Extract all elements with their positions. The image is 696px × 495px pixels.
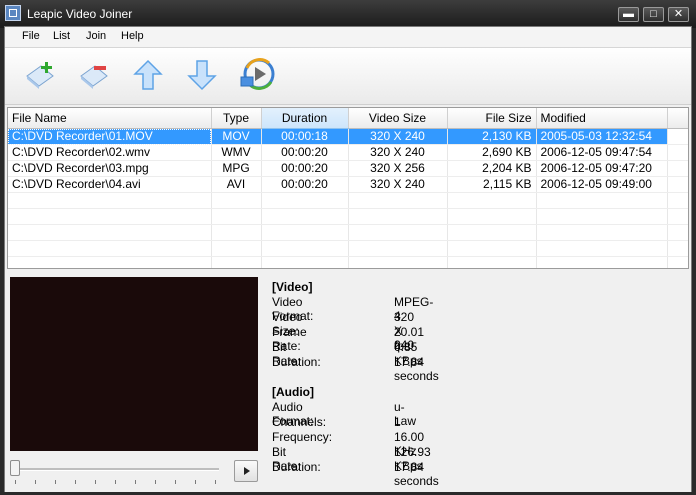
table-row[interactable]: C:\DVD Recorder\03.mpg MPG 00:00:20 320 …	[8, 160, 688, 177]
table-row[interactable]: C:\DVD Recorder\02.wmv WMV 00:00:20 320 …	[8, 144, 688, 161]
join-button[interactable]	[239, 58, 275, 92]
column-header-file-size[interactable]: File Size	[447, 108, 537, 129]
empty-row	[8, 256, 688, 268]
menu-help[interactable]: Help	[121, 30, 144, 42]
cell-type: MPG	[211, 160, 262, 177]
cell-duration: 00:00:20	[261, 176, 349, 193]
cell-duration: 00:00:18	[261, 128, 349, 145]
menu-join[interactable]: Join	[86, 30, 106, 42]
app-window: Leapic Video Joiner ▬ □ ✕ File List Join…	[0, 0, 696, 495]
seek-slider-thumb[interactable]	[10, 460, 20, 476]
table-row[interactable]: C:\DVD Recorder\04.avi AVI 00:00:20 320 …	[8, 176, 688, 193]
column-header-video-size[interactable]: Video Size	[348, 108, 448, 129]
join-video-icon	[240, 58, 275, 90]
column-header-type[interactable]: Type	[211, 108, 262, 129]
cell-video-size: 320 X 240	[348, 144, 448, 161]
cell-duration: 00:00:20	[261, 144, 349, 161]
cell-duration: 00:00:20	[261, 160, 349, 177]
add-file-button[interactable]	[23, 58, 57, 92]
seek-slider-track[interactable]	[13, 468, 219, 471]
video-section-header: [Video]	[272, 280, 313, 294]
column-header-file-name[interactable]: File Name	[8, 108, 212, 129]
client-area: File List Join Help File Name Type Durat…	[4, 26, 692, 492]
title-bar[interactable]: Leapic Video Joiner ▬ □ ✕	[0, 0, 696, 28]
cell-type: AVI	[211, 176, 262, 193]
minimize-button[interactable]: ▬	[618, 7, 639, 22]
seek-slider-ticks	[15, 480, 221, 484]
preview-panel: [Video] Video Format: MPEG-4 Video Size: 3…	[5, 271, 691, 492]
app-icon	[5, 5, 21, 21]
column-header-duration[interactable]: Duration	[261, 108, 349, 129]
column-header-modified[interactable]: Modified	[536, 108, 668, 129]
cell-file-size: 2,115 KB	[447, 176, 537, 193]
empty-row	[8, 208, 688, 225]
cell-modified: 2006-12-05 09:49:00	[536, 176, 668, 193]
cell-file-size: 2,204 KB	[447, 160, 537, 177]
empty-row	[8, 192, 688, 209]
cell-file-name: C:\DVD Recorder\03.mpg	[8, 160, 212, 177]
cell-file-size: 2,130 KB	[447, 128, 537, 145]
table-row[interactable]: C:\DVD Recorder\01.MOV MOV 00:00:18 320 …	[8, 128, 688, 145]
window-title: Leapic Video Joiner	[27, 7, 133, 21]
cell-file-name: C:\DVD Recorder\01.MOV	[8, 128, 212, 145]
cell-file-size: 2,690 KB	[447, 144, 537, 161]
move-up-icon	[133, 59, 163, 90]
cell-type: WMV	[211, 144, 262, 161]
menu-file[interactable]: File	[22, 30, 40, 42]
cell-modified: 2006-12-05 09:47:54	[536, 144, 668, 161]
table-header: File Name Type Duration Video Size File …	[8, 108, 688, 129]
empty-row	[8, 240, 688, 257]
move-down-icon	[187, 60, 217, 91]
empty-row	[8, 224, 688, 241]
cell-modified: 2005-05-03 12:32:54	[536, 128, 668, 145]
menu-bar: File List Join Help	[5, 27, 691, 48]
move-up-button[interactable]	[131, 58, 165, 92]
cell-modified: 2006-12-05 09:47:20	[536, 160, 668, 177]
cell-file-name: C:\DVD Recorder\04.avi	[8, 176, 212, 193]
move-down-button[interactable]	[185, 58, 219, 92]
cell-type: MOV	[211, 128, 262, 145]
file-list[interactable]: File Name Type Duration Video Size File …	[7, 107, 689, 269]
cell-video-size: 320 X 240	[348, 176, 448, 193]
toolbar	[5, 48, 691, 105]
add-file-icon	[26, 62, 54, 89]
file-table: File Name Type Duration Video Size File …	[8, 108, 688, 268]
audio-section-header: [Audio]	[272, 385, 314, 399]
remove-file-button[interactable]	[77, 58, 111, 92]
video-preview	[10, 277, 258, 451]
cell-video-size: 320 X 240	[348, 128, 448, 145]
cell-file-name: C:\DVD Recorder\02.wmv	[8, 144, 212, 161]
cell-video-size: 320 X 256	[348, 160, 448, 177]
close-button[interactable]: ✕	[668, 7, 689, 22]
play-button[interactable]	[234, 460, 258, 482]
remove-file-icon	[80, 65, 108, 89]
column-header-filler	[667, 108, 688, 129]
menu-list[interactable]: List	[53, 30, 70, 42]
maximize-button[interactable]: □	[643, 7, 664, 22]
